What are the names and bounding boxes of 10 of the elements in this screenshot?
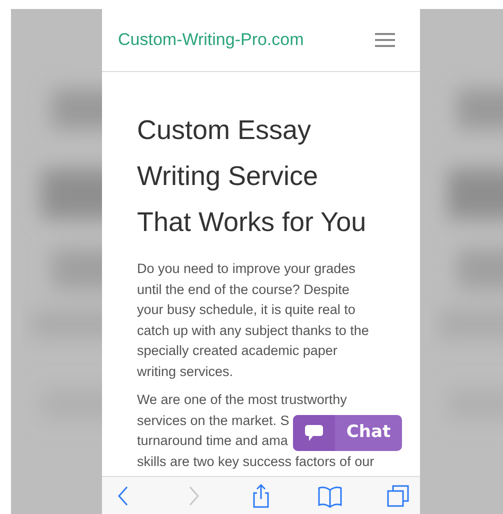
paragraph: Do you need to improve your grades until the end of the course? Despite your busy schedule, it is quite real to catch up with any subject thanks to the specially created academic paper writing services. — [137, 260, 370, 381]
chat-button[interactable]: Chat — [293, 415, 402, 451]
paragraph-line: services on the market. S — [137, 412, 290, 430]
paragraph-line: We are one of the most trustworthy — [137, 391, 347, 409]
page-heading: Custom Essay Writing Service That Works for You — [137, 114, 368, 239]
menu-icon[interactable] — [374, 32, 396, 48]
speech-bubble-icon — [304, 424, 324, 442]
paragraph-line: turnaround time and ama — [137, 432, 288, 450]
paragraph-line: skills are two key success factors of our — [137, 452, 374, 471]
site-name[interactable]: Custom-Writing-Pro.com — [118, 26, 304, 52]
